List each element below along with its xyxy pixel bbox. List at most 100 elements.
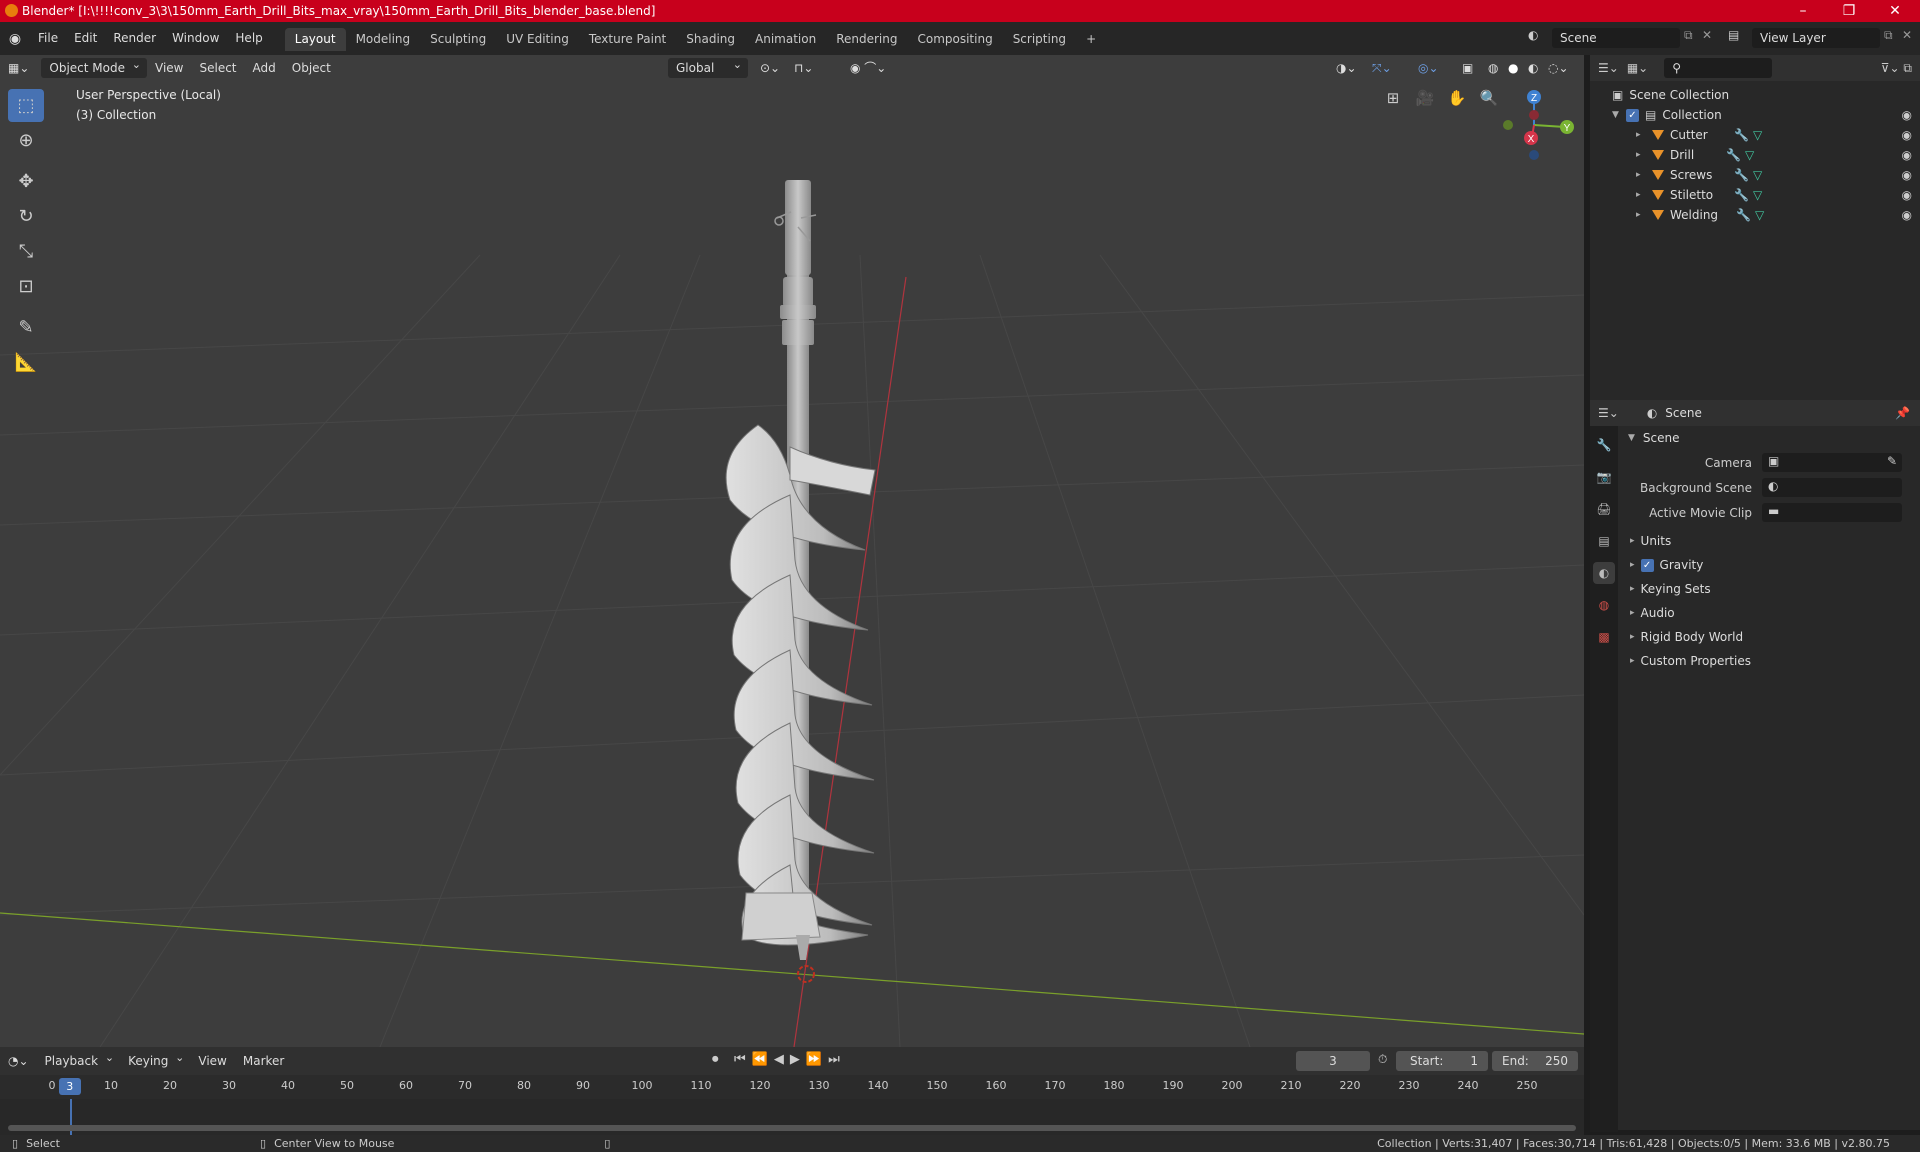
keying-menu[interactable]: Keying [120,1048,190,1071]
gravity-checkbox[interactable]: ✓ [1640,558,1654,572]
blender-menu-icon[interactable]: ◉ [0,31,30,47]
grid-view-icon[interactable]: ⊞ [1380,85,1406,111]
mesh-data-icon[interactable]: ▽ [1753,188,1762,202]
select-box-icon[interactable]: ⬚ [8,89,44,122]
add-menu[interactable]: Add [245,58,284,78]
visibility-icon[interactable]: ◑⌄ [1328,58,1365,78]
active-movie-clip-field[interactable]: ▬ [1762,503,1902,522]
menu-render[interactable]: Render [105,22,164,55]
snap-icon[interactable]: ⊓⌄ [786,58,821,78]
display-mode-icon[interactable]: ▦⌄ [1627,61,1648,75]
timeline-track-area[interactable] [0,1099,1584,1135]
frame-ruler[interactable]: 0 10 20 30 40 50 60 70 80 90 100 110 120 130 140 150 160… [0,1075,1584,1099]
tab-uv-editing[interactable]: UV Editing [496,28,579,51]
world-tab-icon[interactable]: ◍ [1593,594,1615,616]
viewport-canvas[interactable]: Z Y X [0,55,1584,1047]
outliner-object-cutter[interactable]: ▸ Cutter 🔧 ▽ ◉ [1590,125,1920,145]
end-frame-field[interactable]: End: 250 [1492,1051,1578,1071]
units-panel[interactable]: ▸ Units [1620,529,1920,553]
tab-sculpting[interactable]: Sculpting [420,28,496,51]
menu-help[interactable]: Help [227,22,270,55]
timeline-view-menu[interactable]: View [190,1051,234,1071]
menu-edit[interactable]: Edit [66,22,105,55]
xray-icon[interactable]: ▣ [1454,58,1481,78]
transform-orientation-dropdown[interactable]: Global [668,55,748,78]
scene-tab-icon[interactable]: ◐ [1593,562,1615,584]
mesh-data-icon[interactable]: ▽ [1753,168,1762,182]
modifier-wrench-icon[interactable]: 🔧 [1734,168,1749,182]
outliner-object-screws[interactable]: ▸ Screws 🔧 ▽ ◉ [1590,165,1920,185]
custom-properties-panel[interactable]: ▸ Custom Properties [1620,649,1920,673]
mesh-data-icon[interactable]: ▽ [1755,208,1764,222]
view-layer-icon[interactable]: ▤ [1728,28,1739,42]
outliner-collection[interactable]: ▼ ✓ ▤ Collection ◉ [1590,105,1920,125]
outliner-object-welding[interactable]: ▸ Welding 🔧 ▽ ◉ [1590,205,1920,225]
eye-icon[interactable]: ◉ [1902,168,1912,182]
timeline-scrollbar[interactable] [8,1125,1576,1131]
eye-icon[interactable]: ◉ [1902,108,1912,122]
expand-triangle-icon[interactable]: ▸ [1636,190,1646,200]
tab-modeling[interactable]: Modeling [346,28,421,51]
timeline-editor-type-icon[interactable]: ◔⌄ [0,1051,37,1071]
mesh-data-icon[interactable]: ▽ [1753,128,1762,142]
eye-icon[interactable]: ◉ [1902,128,1912,142]
delete-scene-icon[interactable]: ✕ [1702,28,1712,42]
pivot-point-icon[interactable]: ⊙⌄ [752,58,788,78]
modifier-wrench-icon[interactable]: 🔧 [1736,208,1751,222]
maximize-button[interactable]: ❐ [1826,0,1872,22]
eye-icon[interactable]: ◉ [1902,188,1912,202]
new-scene-icon[interactable]: ⧉ [1684,28,1693,43]
minimize-button[interactable]: – [1780,0,1826,22]
editor-type-icon[interactable]: ▦⌄ [0,58,37,78]
filter-icon[interactable]: ⊽⌄ ⧉ [1881,61,1912,76]
playback-controls[interactable]: ⏮⏪◀▶⏩⏭ [734,1052,846,1067]
collapse-triangle-icon[interactable]: ▼ [1612,110,1622,120]
rotate-icon[interactable]: ↻ [8,200,44,233]
object-menu[interactable]: Object [284,58,339,78]
expand-triangle-icon[interactable]: ▸ [1636,150,1646,160]
render-tab-icon[interactable]: 📷 [1593,466,1615,488]
background-scene-field[interactable]: ◐ [1762,478,1902,497]
current-frame-field[interactable]: 3 [1296,1051,1370,1071]
texture-tab-icon[interactable]: ▩ [1593,626,1615,648]
scene-field[interactable]: Scene [1552,28,1680,48]
record-icon[interactable]: ⏺ [712,1052,719,1067]
gizmo-toggle-icon[interactable]: ⤧⌄ [1364,58,1400,78]
outliner-search-input[interactable]: ⚲ [1664,58,1773,78]
modifier-wrench-icon[interactable]: 🔧 [1734,188,1749,202]
playback-menu[interactable]: Playback [37,1048,121,1071]
view-layer-field[interactable]: View Layer [1752,28,1880,48]
scene-icon[interactable]: ◐ [1528,28,1538,42]
marker-menu[interactable]: Marker [235,1051,292,1071]
mode-dropdown[interactable]: Object Mode [41,55,147,78]
add-workspace-button[interactable]: + [1076,28,1106,51]
proportional-edit-icon[interactable]: ◉ ⌒⌄ [842,58,894,78]
outliner-object-drill[interactable]: ▸ Drill 🔧 ▽ ◉ [1590,145,1920,165]
keying-sets-panel[interactable]: ▸ Keying Sets [1620,577,1920,601]
playhead-frame-indicator[interactable]: 3 [58,1078,81,1095]
camera-field[interactable]: ▣ ✎ [1762,453,1902,472]
eye-icon[interactable]: ◉ [1902,208,1912,222]
view-layer-tab-icon[interactable]: ▤ [1593,530,1615,552]
expand-triangle-icon[interactable]: ▸ [1636,210,1646,220]
camera-view-icon[interactable]: 🎥 [1412,85,1438,111]
annotate-icon[interactable]: ✎ [8,311,44,344]
collection-checkbox[interactable]: ✓ [1626,108,1639,122]
close-button[interactable]: ✕ [1872,0,1918,22]
rendered-shading-icon[interactable]: ◌⌄ [1540,58,1577,78]
transform-icon[interactable]: ⊡ [8,270,44,303]
menu-file[interactable]: File [30,22,66,55]
tab-layout[interactable]: Layout [284,28,346,51]
outliner-editor-type-icon[interactable]: ☰⌄ [1598,61,1619,75]
tool-settings-tab-icon[interactable]: 🔧 [1593,434,1615,456]
move-icon[interactable]: ✥ [8,165,44,198]
pin-icon[interactable]: 📌 [1895,406,1910,420]
mesh-data-icon[interactable]: ▽ [1745,148,1754,162]
properties-editor-type-icon[interactable]: ☰⌄ [1598,406,1619,420]
measure-icon[interactable]: 📐 [8,346,44,379]
expand-triangle-icon[interactable]: ▸ [1636,130,1646,140]
tab-texture-paint[interactable]: Texture Paint [579,28,676,51]
pan-hand-icon[interactable]: ✋ [1444,85,1470,111]
outliner-scene-collection[interactable]: ▣ Scene Collection [1590,85,1920,105]
scale-icon[interactable]: ⤡ [8,235,44,268]
